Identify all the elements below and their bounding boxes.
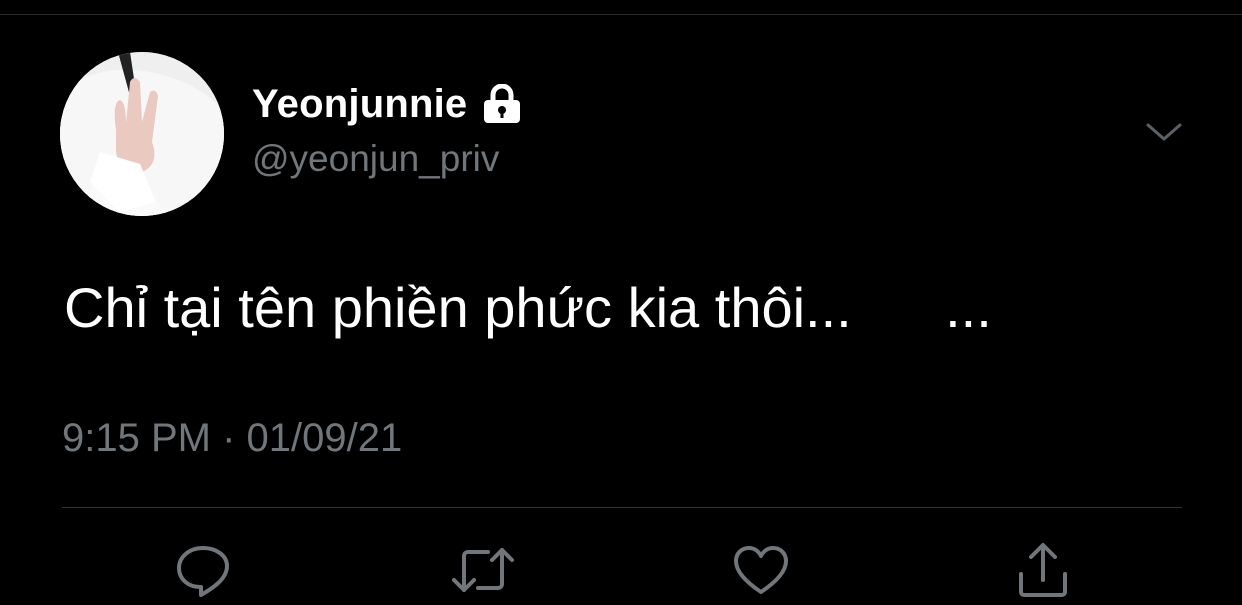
tweet-menu-button[interactable] bbox=[1140, 112, 1188, 152]
chevron-down-icon bbox=[1146, 123, 1182, 141]
actions-divider bbox=[62, 507, 1182, 508]
share-icon bbox=[1019, 543, 1067, 597]
lock-icon bbox=[481, 84, 523, 124]
display-name[interactable]: Yeonjunnie bbox=[252, 82, 467, 127]
retweet-button[interactable] bbox=[448, 538, 518, 602]
avatar[interactable] bbox=[60, 52, 224, 216]
retweet-icon bbox=[452, 548, 514, 592]
heart-icon bbox=[734, 546, 788, 594]
reply-button[interactable] bbox=[168, 538, 238, 602]
tweet-timestamp[interactable]: 9:15 PM · 01/09/21 bbox=[62, 416, 402, 461]
handle[interactable]: @yeonjun_priv bbox=[252, 138, 523, 180]
share-button[interactable] bbox=[1008, 538, 1078, 602]
avatar-image bbox=[60, 52, 224, 216]
reply-icon bbox=[177, 546, 229, 597]
action-bar bbox=[0, 538, 1242, 605]
display-name-row: Yeonjunnie bbox=[252, 78, 523, 130]
like-button[interactable] bbox=[726, 538, 796, 602]
tweet-header: Yeonjunnie @yeonjun_priv bbox=[252, 78, 523, 180]
top-divider bbox=[0, 0, 1242, 15]
tweet-text: Chỉ tại tên phiền phức kia thôi... ... bbox=[64, 276, 992, 339]
